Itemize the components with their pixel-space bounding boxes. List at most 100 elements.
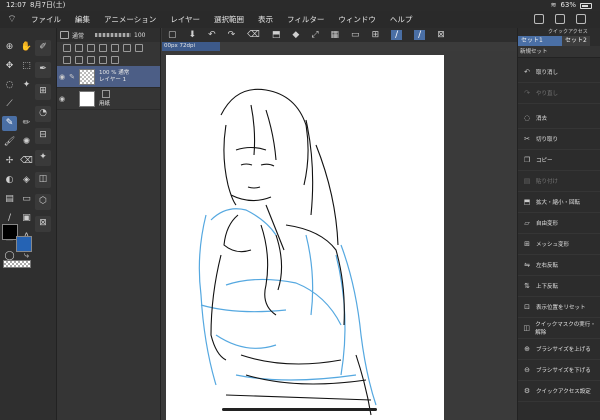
subtool-8-icon[interactable]: ⬡ bbox=[35, 194, 51, 210]
eraser-icon[interactable]: ⌫ bbox=[19, 154, 34, 169]
subtool-1-icon[interactable]: ✐ bbox=[35, 40, 51, 56]
qa-item-redo[interactable]: ↷ やり直し bbox=[518, 83, 600, 104]
subtool-5-icon[interactable]: ⊟ bbox=[35, 128, 51, 144]
qa-item-flip-h[interactable]: ⇋ 左右反転 bbox=[518, 255, 600, 276]
new-folder-icon[interactable] bbox=[87, 44, 95, 52]
merge-icon[interactable] bbox=[63, 56, 71, 64]
new-file-icon[interactable]: ▢ bbox=[168, 30, 177, 40]
wand-icon[interactable]: ✦ bbox=[19, 78, 34, 93]
clip-icon[interactable] bbox=[111, 44, 119, 52]
hand-icon[interactable]: ✋ bbox=[19, 40, 34, 55]
canvas-paper[interactable] bbox=[166, 55, 444, 420]
layer-row[interactable]: ◉ 用紙 bbox=[57, 88, 160, 110]
lasso-icon[interactable]: ◌ bbox=[2, 78, 17, 93]
panel-toggle-icon[interactable] bbox=[534, 14, 544, 24]
qa-item-brush-up[interactable]: ⊕ ブラシサイズを上げる bbox=[518, 339, 600, 360]
blend-mode-select[interactable]: 通常 bbox=[72, 31, 92, 40]
pen-tool-icon[interactable]: ✎ bbox=[2, 116, 17, 131]
subtool-6-icon[interactable]: ✦ bbox=[35, 150, 51, 166]
subtool-2-icon[interactable]: ✒ bbox=[35, 62, 51, 78]
visibility-icon[interactable]: ◉ bbox=[57, 95, 67, 103]
home-indicator[interactable] bbox=[222, 408, 377, 411]
layout-icon[interactable] bbox=[555, 14, 565, 24]
grid-icon[interactable]: ▦ bbox=[331, 30, 340, 40]
menu-help[interactable]: ヘルプ bbox=[383, 14, 420, 25]
mask-icon[interactable] bbox=[135, 44, 143, 52]
transparent-color-swatch[interactable] bbox=[3, 260, 31, 268]
transform-icon[interactable]: ⬒ bbox=[272, 30, 281, 40]
frame-icon[interactable]: ▣ bbox=[19, 211, 34, 226]
new-vector-layer-icon[interactable] bbox=[75, 44, 83, 52]
qa-item-paste[interactable]: ▤ 貼り付け bbox=[518, 171, 600, 192]
menu-view[interactable]: 表示 bbox=[251, 14, 280, 25]
app-logo-icon[interactable]: ⌔ bbox=[0, 13, 24, 26]
qa-item-free-transform[interactable]: ▱ 自由変形 bbox=[518, 213, 600, 234]
undo-icon[interactable]: ↶ bbox=[208, 30, 216, 40]
eyedropper-icon[interactable]: ⟋ bbox=[2, 97, 17, 112]
pencil-icon[interactable]: ✏ bbox=[19, 116, 34, 131]
qa-item-transform[interactable]: ⬒ 拡大・縮小・回転 bbox=[518, 192, 600, 213]
visibility-icon[interactable]: ◉ bbox=[57, 73, 67, 81]
menu-edit[interactable]: 編集 bbox=[68, 14, 97, 25]
edit-target-icon[interactable]: ✎ bbox=[67, 73, 77, 81]
clear-icon[interactable]: ⌫ bbox=[247, 30, 260, 40]
menu-filter[interactable]: フィルター bbox=[280, 14, 331, 25]
layer-type-icon[interactable] bbox=[60, 31, 69, 39]
qa-item-quick-mask[interactable]: ◫ クイックマスクの実行・解除 bbox=[518, 318, 600, 339]
tab-set2[interactable]: セット2 bbox=[562, 36, 590, 46]
menu-window[interactable]: ウィンドウ bbox=[331, 14, 383, 25]
sub-color-swatch[interactable] bbox=[16, 236, 32, 252]
airbrush-icon[interactable]: ✺ bbox=[19, 135, 34, 150]
canvas-tool-icon[interactable]: ▭ bbox=[351, 30, 360, 40]
figure-icon[interactable]: ▭ bbox=[19, 192, 34, 207]
expand-icon[interactable]: ⤢ bbox=[311, 30, 318, 40]
menu-layer[interactable]: レイヤー bbox=[163, 14, 207, 25]
qa-item-flip-v[interactable]: ⇅ 上下反転 bbox=[518, 276, 600, 297]
canvas-tab[interactable]: 00px 72dpi (112.5%) bbox=[162, 42, 220, 58]
qa-item-reset-view[interactable]: ⊡ 表示位置をリセット bbox=[518, 297, 600, 318]
fill-icon[interactable]: ◈ bbox=[19, 173, 34, 188]
subtool-4-icon[interactable]: ◔ bbox=[35, 106, 51, 122]
delete-layer-icon[interactable] bbox=[111, 56, 119, 64]
snap-icon[interactable]: ⊞ bbox=[372, 30, 380, 40]
decoration-icon[interactable]: ✢ bbox=[2, 154, 17, 169]
lock-icon[interactable] bbox=[99, 44, 107, 52]
duplicate-icon[interactable] bbox=[75, 56, 83, 64]
subtool-7-icon[interactable]: ◫ bbox=[35, 172, 51, 188]
subtool-3-icon[interactable]: ⊞ bbox=[35, 84, 51, 100]
move-icon[interactable]: ✥ bbox=[2, 59, 17, 74]
qa-item-mesh[interactable]: ⊞ メッシュ変形 bbox=[518, 234, 600, 255]
brush-icon[interactable]: 🖌 bbox=[2, 135, 17, 150]
opacity-slider[interactable] bbox=[95, 33, 131, 37]
tab-set1[interactable]: セット1 bbox=[518, 36, 562, 46]
qa-label: 消去 bbox=[536, 116, 548, 122]
ruler-snap-icon[interactable]: ∕ bbox=[391, 30, 403, 40]
qa-item-copy[interactable]: ❐ コピー bbox=[518, 150, 600, 171]
layer-row[interactable]: ◉ ✎ 100 % 通常 レイヤー 1 bbox=[57, 66, 160, 88]
qa-item-undo[interactable]: ↶ 取り消し bbox=[518, 62, 600, 83]
qa-item-clear[interactable]: ◌ 消去 bbox=[518, 108, 600, 129]
qa-item-brush-down[interactable]: ⊖ ブラシサイズを下げる bbox=[518, 360, 600, 381]
gradient-icon[interactable]: ▤ bbox=[2, 192, 17, 207]
grid-snap-icon[interactable]: ⊠ bbox=[437, 30, 445, 40]
new-raster-layer-icon[interactable] bbox=[63, 44, 71, 52]
blank-tool[interactable] bbox=[19, 97, 34, 112]
transfer-icon[interactable] bbox=[99, 56, 107, 64]
blend-icon[interactable]: ◐ bbox=[2, 173, 17, 188]
qa-item-cut[interactable]: ✂ 切り取り bbox=[518, 129, 600, 150]
redo-icon[interactable]: ↷ bbox=[228, 30, 236, 40]
layer-color-icon[interactable] bbox=[87, 56, 95, 64]
fill-icon[interactable]: ◆ bbox=[292, 30, 299, 40]
special-ruler-snap-icon[interactable]: ∕ bbox=[414, 30, 426, 40]
select-icon[interactable]: ⬚ bbox=[19, 59, 34, 74]
qa-item-settings[interactable]: ⚙ クイックアクセス設定 bbox=[518, 381, 600, 402]
settings-icon[interactable] bbox=[576, 14, 586, 24]
canvas-area[interactable] bbox=[162, 51, 517, 420]
reference-icon[interactable] bbox=[123, 44, 131, 52]
menu-animation[interactable]: アニメーション bbox=[97, 14, 163, 25]
subtool-9-icon[interactable]: ⊠ bbox=[35, 216, 51, 232]
menu-file[interactable]: ファイル bbox=[24, 14, 68, 25]
menu-selection[interactable]: 選択範囲 bbox=[207, 14, 251, 25]
zoom-icon[interactable]: ⊕ bbox=[2, 40, 17, 55]
save-icon[interactable]: ⬇ bbox=[189, 30, 197, 40]
